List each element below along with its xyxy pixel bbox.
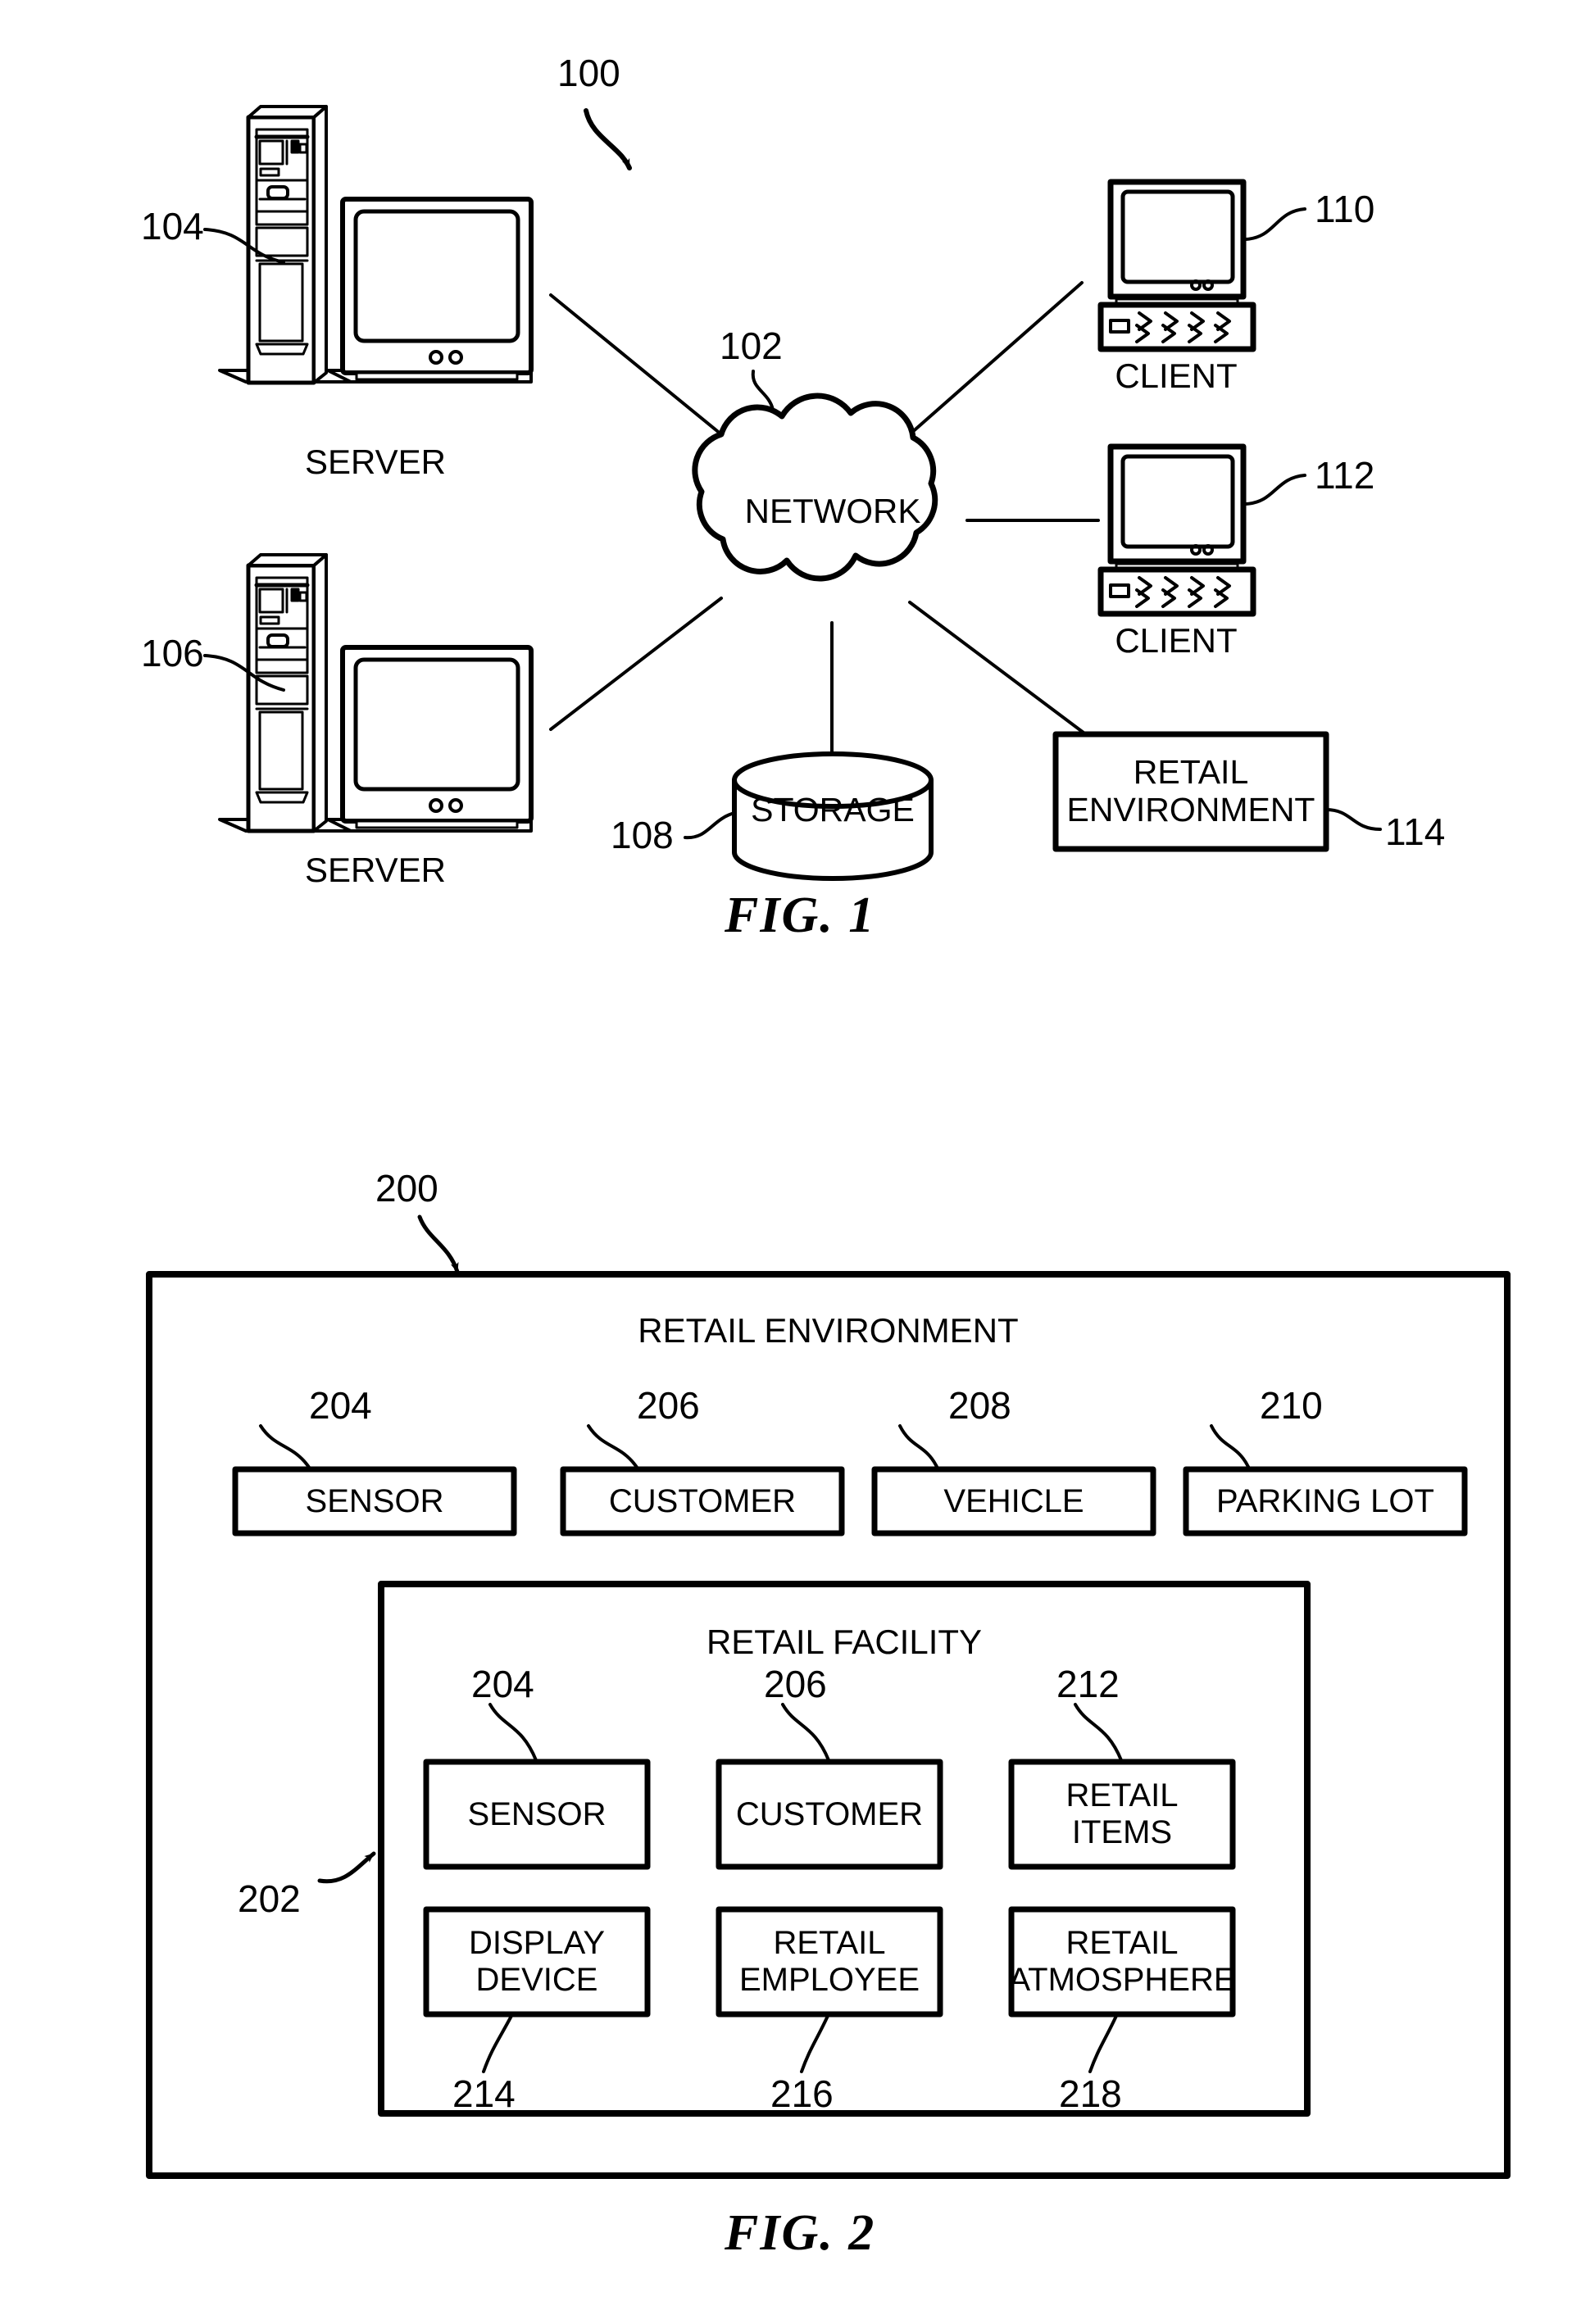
leader-114 <box>1324 808 1382 831</box>
ref-202: 202 <box>238 1877 301 1920</box>
link-server106-network <box>549 597 723 731</box>
leader-102 <box>751 370 775 411</box>
client-112-graphic <box>1097 443 1256 617</box>
ref-110: 110 <box>1315 188 1375 230</box>
fig2-label-displaydevice: DISPLAY DEVICE <box>469 1925 605 1998</box>
leader-100-arrow <box>584 108 632 170</box>
ref-206-outer: 206 <box>637 1384 700 1427</box>
ref-208-outer: 208 <box>948 1384 1011 1427</box>
server-104-label: SERVER <box>305 443 446 481</box>
fig2-label-parkinglot-outer: PARKING LOT <box>1216 1482 1434 1519</box>
fig2-label-retailitems: RETAIL ITEMS <box>1065 1777 1179 1850</box>
ref-100: 100 <box>557 52 620 94</box>
fig2-label-retailatmosphere: RETAIL ATMOSPHERE <box>1008 1925 1236 1998</box>
fig2-caption: FIG. 2 <box>725 2205 876 2261</box>
ref-106: 106 <box>141 632 204 674</box>
leader-200-arrow <box>417 1214 460 1274</box>
server-104-monitor <box>326 197 534 384</box>
leader-110 <box>1244 207 1306 241</box>
ref-108: 108 <box>611 814 674 856</box>
fig2-inner-title: RETAIL FACILITY <box>706 1623 983 1661</box>
storage-label: STORAGE <box>751 791 915 828</box>
link-network-client110 <box>908 281 1084 436</box>
ref-218: 218 <box>1059 2072 1122 2115</box>
fig1-caption: FIG. 1 <box>725 887 876 943</box>
ref-204-outer: 204 <box>309 1384 372 1427</box>
ref-102: 102 <box>720 325 783 367</box>
client-110-label: CLIENT <box>1115 356 1238 395</box>
network-cloud-shape <box>692 393 938 582</box>
ref-210-outer: 210 <box>1260 1384 1323 1427</box>
client-112-label: CLIENT <box>1115 621 1238 660</box>
fig2-label-sensor-inner: SENSOR <box>467 1795 607 1832</box>
ref-104: 104 <box>141 205 204 247</box>
ref-200: 200 <box>375 1167 438 1210</box>
fig2-label-sensor-outer: SENSOR <box>305 1482 444 1519</box>
fig2-label-retailemployee: RETAIL EMPLOYEE <box>738 1925 920 1998</box>
server-106-label: SERVER <box>305 851 446 889</box>
leader-108 <box>684 811 736 840</box>
fig2-label-customer-outer: CUSTOMER <box>608 1482 797 1519</box>
patent-drawing-sheet: 100 104 SERVER 106 SERVER 102 NETWORK 11… <box>0 0 1572 2324</box>
ref-114: 114 <box>1385 810 1446 853</box>
ref-204-inner: 204 <box>471 1663 534 1705</box>
ref-212: 212 <box>1056 1663 1120 1705</box>
network-label: NETWORK <box>744 492 921 530</box>
ref-112: 112 <box>1315 454 1375 497</box>
link-server104-network <box>549 293 723 436</box>
client-110-graphic <box>1097 179 1256 352</box>
server-106-monitor <box>326 645 534 833</box>
ref-216: 216 <box>770 2072 834 2115</box>
fig2-label-customer-inner: CUSTOMER <box>735 1795 924 1832</box>
ref-214: 214 <box>452 2072 516 2115</box>
ref-206-inner: 206 <box>764 1663 827 1705</box>
fig2-outer-title: RETAIL ENVIRONMENT <box>638 1311 1019 1350</box>
fig2-label-vehicle-outer: VEHICLE <box>943 1482 1084 1519</box>
leader-112 <box>1244 474 1306 506</box>
retail-environment-label-fig1: RETAIL ENVIRONMENT <box>1066 753 1315 828</box>
